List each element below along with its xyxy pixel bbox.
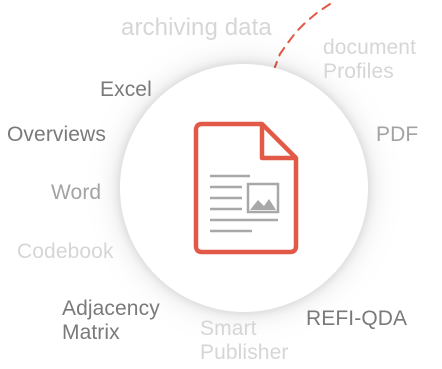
label-document-profiles: document Profiles [323,36,416,84]
label-document-profiles-line1: document [323,36,417,59]
label-adjacency-matrix-line1: Adjacency [62,297,160,320]
label-codebook: Codebook [17,240,114,263]
label-word: Word [51,181,102,204]
label-excel: Excel [100,78,152,101]
label-refi-qda: REFI-QDA [306,307,408,330]
document-with-image-icon [193,121,299,255]
label-smart-publisher-line2: Publisher [200,341,289,365]
label-overviews: Overviews [7,123,106,146]
label-smart-publisher: Smart Publisher [200,317,288,365]
label-adjacency-matrix: Adjacency Matrix [62,297,160,345]
label-document-profiles-line2: Profiles [323,60,394,84]
label-adjacency-matrix-line2: Matrix [62,321,120,345]
export-formats-diagram: archiving data document Profiles Excel O… [0,0,442,369]
label-pdf: PDF [376,123,419,146]
label-smart-publisher-line1: Smart [200,317,257,340]
label-archiving-data: archiving data [121,14,272,41]
